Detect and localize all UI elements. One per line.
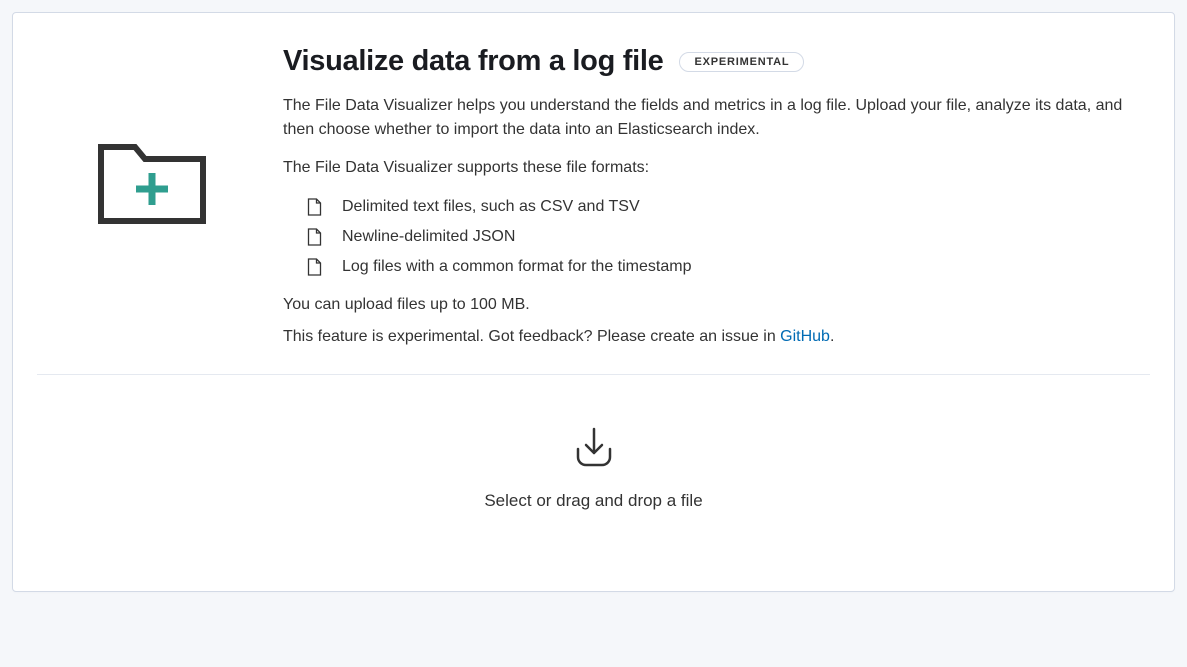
page-title: Visualize data from a log file bbox=[283, 45, 663, 78]
upload-limit-text: You can upload files up to 100 MB. bbox=[283, 296, 1150, 314]
feedback-prefix: This feature is experimental. Got feedba… bbox=[283, 328, 780, 345]
description-text: The File Data Visualizer helps you under… bbox=[283, 94, 1150, 142]
formats-list: Delimited text files, such as CSV and TS… bbox=[283, 198, 1150, 276]
divider bbox=[37, 374, 1150, 375]
feedback-text: This feature is experimental. Got feedba… bbox=[283, 328, 1150, 346]
formats-intro-text: The File Data Visualizer supports these … bbox=[283, 156, 1150, 180]
document-icon bbox=[307, 258, 322, 276]
file-data-visualizer-panel: Visualize data from a log file EXPERIMEN… bbox=[12, 12, 1175, 592]
experimental-badge: EXPERIMENTAL bbox=[679, 52, 804, 72]
icon-column bbox=[37, 37, 267, 346]
feedback-suffix: . bbox=[830, 328, 834, 345]
github-link[interactable]: GitHub bbox=[780, 328, 830, 345]
list-item: Delimited text files, such as CSV and TS… bbox=[307, 198, 1150, 216]
intro-row: Visualize data from a log file EXPERIMEN… bbox=[37, 37, 1150, 346]
import-icon bbox=[570, 427, 618, 471]
file-dropzone[interactable]: Select or drag and drop a file bbox=[37, 415, 1150, 559]
document-icon bbox=[307, 228, 322, 246]
format-label: Log files with a common format for the t… bbox=[342, 258, 691, 276]
format-label: Newline-delimited JSON bbox=[342, 228, 515, 246]
document-icon bbox=[307, 198, 322, 216]
list-item: Log files with a common format for the t… bbox=[307, 258, 1150, 276]
folder-plus-icon bbox=[97, 133, 207, 227]
dropzone-label: Select or drag and drop a file bbox=[484, 491, 702, 511]
list-item: Newline-delimited JSON bbox=[307, 228, 1150, 246]
title-row: Visualize data from a log file EXPERIMEN… bbox=[283, 45, 1150, 78]
format-label: Delimited text files, such as CSV and TS… bbox=[342, 198, 640, 216]
text-column: Visualize data from a log file EXPERIMEN… bbox=[283, 37, 1150, 346]
